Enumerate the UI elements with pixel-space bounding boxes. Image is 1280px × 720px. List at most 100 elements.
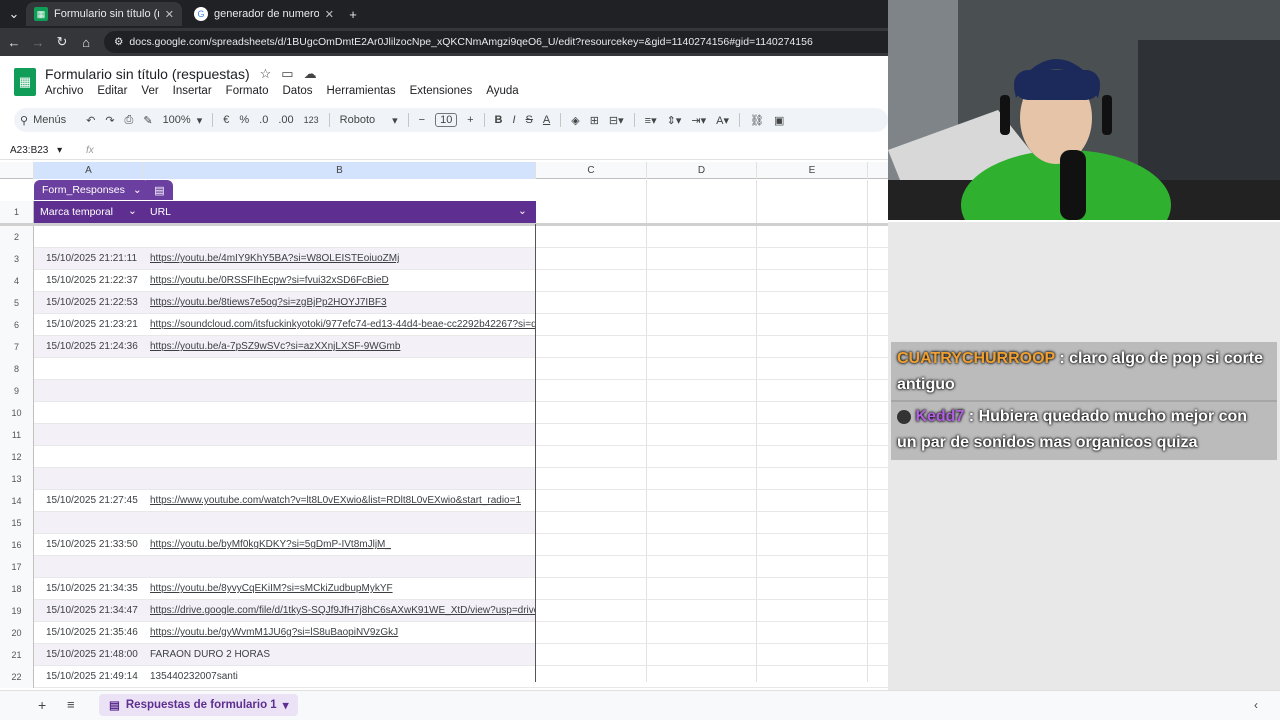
row-header[interactable]: 11	[0, 424, 34, 446]
menu-insertar[interactable]: Insertar	[173, 85, 212, 97]
cell-timestamp[interactable]: 15/10/2025 21:48:00	[46, 649, 138, 660]
column-header-d[interactable]: D	[647, 162, 757, 179]
strikethrough-button[interactable]: S	[526, 114, 533, 126]
back-icon[interactable]: ←	[2, 30, 26, 54]
sheet-tab[interactable]: ▤ Respuestas de formulario 1 ▾	[99, 694, 299, 716]
text-color-button[interactable]: A	[543, 114, 550, 126]
row-header[interactable]: 8	[0, 358, 34, 380]
cell-timestamp[interactable]: 15/10/2025 21:21:11	[46, 253, 137, 264]
sheets-logo-icon[interactable]: ▦	[14, 68, 36, 96]
decrease-decimals-button[interactable]: .0	[259, 114, 268, 126]
undo-icon[interactable]: ↶	[86, 114, 95, 127]
row-header[interactable]: 17	[0, 556, 34, 578]
cell-url-link[interactable]: https://youtu.be/a-7pSZ9wSVc?si=azXXnjLX…	[150, 341, 536, 352]
cell-url[interactable]: FARAON DURO 2 HORAS	[150, 649, 536, 660]
table-options-icon[interactable]: ▤	[146, 180, 173, 200]
name-box[interactable]: A23:B23 ▾	[0, 145, 70, 156]
chevron-down-icon[interactable]: ⌄	[518, 205, 527, 217]
menu-editar[interactable]: Editar	[97, 85, 127, 97]
percent-format-button[interactable]: %	[239, 114, 249, 126]
text-rotation-icon[interactable]: A▾	[716, 114, 729, 127]
cell-url[interactable]: 135440232007santi	[150, 671, 536, 682]
row-header[interactable]: 7	[0, 336, 34, 358]
table-name-chip[interactable]: Form_Responses ⌄	[34, 180, 150, 200]
menu-datos[interactable]: Datos	[283, 85, 313, 97]
add-sheet-icon[interactable]: +	[38, 697, 46, 713]
currency-format-button[interactable]: €	[223, 114, 229, 126]
column-header-e[interactable]: E	[757, 162, 868, 179]
merge-cells-icon[interactable]: ⊟▾	[609, 114, 624, 127]
collapse-icon[interactable]: ‹	[1254, 698, 1258, 712]
select-all-corner[interactable]	[0, 162, 34, 179]
cell-url-link[interactable]: https://soundcloud.com/itsfuckinkyotoki/…	[150, 319, 536, 330]
cell-timestamp[interactable]: 15/10/2025 21:35:46	[46, 627, 138, 638]
cell-url-link[interactable]: https://youtu.be/4mIY9KhY5BA?si=W8OLEIST…	[150, 253, 536, 264]
cell-url-link[interactable]: https://drive.google.com/file/d/1tkyS-SQ…	[150, 605, 536, 616]
row-header[interactable]: 21	[0, 644, 34, 666]
row-header[interactable]: 4	[0, 270, 34, 292]
cell-url-link[interactable]: https://youtu.be/byMf0kgKDKY?si=5gDmP-IV…	[150, 539, 536, 550]
cell-timestamp[interactable]: 15/10/2025 21:34:47	[46, 605, 138, 616]
close-tab-icon[interactable]: ✕	[325, 8, 334, 21]
font-size-input[interactable]: 10	[435, 113, 458, 127]
move-folder-icon[interactable]: ▭	[281, 66, 293, 82]
column-header-c[interactable]: C	[536, 162, 647, 179]
close-tab-icon[interactable]: ✕	[165, 8, 174, 21]
new-tab-icon[interactable]: +	[341, 2, 365, 26]
row-header[interactable]: 12	[0, 446, 34, 468]
cell-timestamp[interactable]: 15/10/2025 21:34:35	[46, 583, 138, 594]
cell-timestamp[interactable]: 15/10/2025 21:24:36	[46, 341, 138, 352]
cloud-status-icon[interactable]: ☁	[304, 66, 317, 82]
column-header-b[interactable]: B	[144, 162, 536, 179]
cell-timestamp[interactable]: 15/10/2025 21:22:53	[46, 297, 138, 308]
row-header[interactable]: 6	[0, 314, 34, 336]
reload-icon[interactable]: ↻	[50, 30, 74, 54]
insert-comment-icon[interactable]: ▣	[774, 114, 784, 127]
doc-title[interactable]: Formulario sin título (respuestas)	[45, 66, 250, 82]
borders-icon[interactable]: ⊞	[590, 114, 599, 127]
cell-url-link[interactable]: https://www.youtube.com/watch?v=lt8L0vEX…	[150, 495, 536, 506]
cell-timestamp[interactable]: 15/10/2025 21:33:50	[46, 539, 138, 550]
cell-url-link[interactable]: https://youtu.be/8tiews7e5og?si=zgBjPp2H…	[150, 297, 536, 308]
menu-search[interactable]: ⚲ Menús	[20, 114, 66, 127]
insert-link-icon[interactable]: ⛓	[750, 114, 764, 127]
menu-herramientas[interactable]: Herramientas	[327, 85, 396, 97]
paint-format-icon[interactable]: ✎	[143, 114, 152, 127]
increase-font-size-icon[interactable]: +	[467, 114, 473, 126]
vertical-align-icon[interactable]: ⇕▾	[667, 114, 682, 127]
row-header[interactable]: 14	[0, 490, 34, 512]
menu-extensiones[interactable]: Extensiones	[410, 85, 473, 97]
row-header[interactable]: 10	[0, 402, 34, 424]
font-select[interactable]: Roboto ▾	[340, 114, 398, 127]
italic-button[interactable]: I	[512, 114, 515, 126]
cell-timestamp[interactable]: 15/10/2025 21:23:21	[46, 319, 138, 330]
row-header[interactable]: 2	[0, 226, 34, 248]
menu-ayuda[interactable]: Ayuda	[486, 85, 518, 97]
header-marca-temporal[interactable]: Marca temporal	[40, 206, 113, 218]
tab-list-chevron-icon[interactable]: ⌄	[2, 2, 26, 26]
row-header[interactable]: 5	[0, 292, 34, 314]
row-header[interactable]: 18	[0, 578, 34, 600]
row-header[interactable]: 3	[0, 248, 34, 270]
forward-icon[interactable]: →	[26, 30, 50, 54]
row-header[interactable]: 19	[0, 600, 34, 622]
header-url[interactable]: URL	[150, 206, 171, 218]
cell-timestamp[interactable]: 15/10/2025 21:22:37	[46, 275, 138, 286]
row-header[interactable]: 16	[0, 534, 34, 556]
menu-archivo[interactable]: Archivo	[45, 85, 83, 97]
row-header[interactable]: 9	[0, 380, 34, 402]
menu-formato[interactable]: Formato	[226, 85, 269, 97]
row-header[interactable]: 13	[0, 468, 34, 490]
decrease-font-size-icon[interactable]: −	[419, 114, 425, 126]
more-formats-button[interactable]: 123	[304, 115, 319, 125]
bold-button[interactable]: B	[495, 114, 503, 126]
fill-color-icon[interactable]: ◈	[571, 114, 579, 127]
horizontal-align-icon[interactable]: ≡▾	[645, 114, 657, 127]
increase-decimals-button[interactable]: .00	[278, 114, 293, 126]
cell-url-link[interactable]: https://youtu.be/8yvyCqEKiIM?si=sMCkiZud…	[150, 583, 536, 594]
all-sheets-icon[interactable]: ≡	[67, 697, 75, 712]
cell-timestamp[interactable]: 15/10/2025 21:49:14	[46, 671, 138, 682]
text-wrap-icon[interactable]: ⇥▾	[691, 114, 706, 127]
site-info-icon[interactable]: ⚙	[114, 36, 123, 48]
browser-tab-sheets[interactable]: ▦ Formulario sin título (respuesta ✕	[26, 2, 182, 26]
